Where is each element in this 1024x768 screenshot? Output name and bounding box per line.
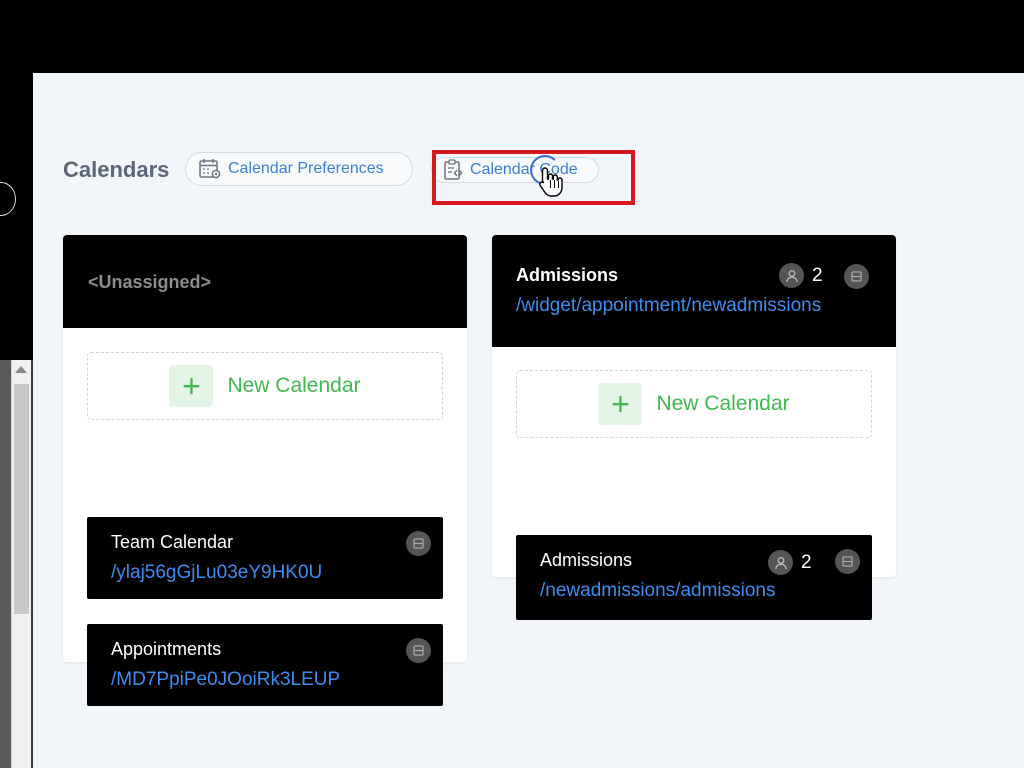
user-count: 2 bbox=[801, 551, 812, 573]
calendar-name: Appointments bbox=[111, 639, 222, 659]
calendar-name: Admissions bbox=[540, 550, 633, 570]
user-icon bbox=[768, 550, 793, 575]
calendar-card[interactable]: Appointments /MD7PpiPe0JOoiRk3LEUP bbox=[87, 624, 443, 706]
calendar-url-link[interactable]: /MD7PpiPe0JOoiRk3LEUP bbox=[111, 669, 340, 691]
calendar-preferences-button[interactable]: Calendar Preferences bbox=[185, 152, 413, 186]
plus-icon: + bbox=[598, 383, 643, 425]
page-title: Calendars bbox=[63, 157, 170, 182]
background-window-edge bbox=[0, 0, 33, 768]
new-calendar-button[interactable]: + New Calendar bbox=[516, 370, 872, 438]
group-url-link[interactable]: /widget/appointment/newadmissions bbox=[516, 295, 821, 317]
group-title: <Unassigned> bbox=[88, 272, 212, 292]
group-user-count: 2 bbox=[779, 263, 823, 288]
user-count: 2 bbox=[812, 264, 823, 286]
menu-icon[interactable] bbox=[406, 638, 431, 663]
hand-cursor-icon bbox=[539, 167, 563, 197]
calendar-url-link[interactable]: /newadmissions/admissions bbox=[540, 580, 776, 602]
background-panel bbox=[0, 360, 33, 768]
menu-icon[interactable] bbox=[835, 549, 860, 574]
window-button-icon[interactable] bbox=[0, 182, 16, 216]
scroll-up-icon[interactable] bbox=[15, 366, 27, 373]
new-calendar-label: New Calendar bbox=[227, 374, 361, 397]
calendar-group-unassigned: <Unassigned> + New Calendar Team Calenda… bbox=[63, 235, 467, 706]
plus-icon: + bbox=[169, 365, 214, 407]
group-title: Admissions bbox=[516, 265, 619, 285]
new-calendar-label: New Calendar bbox=[656, 392, 790, 415]
group-header: <Unassigned> bbox=[63, 235, 467, 328]
calendar-user-count: 2 bbox=[768, 550, 812, 575]
calendar-name: Team Calendar bbox=[111, 532, 234, 552]
menu-icon[interactable] bbox=[844, 264, 869, 289]
group-header: Admissions /widget/appointment/newadmiss… bbox=[492, 235, 896, 347]
calendar-url-link[interactable]: /ylaj56gGjLu03eY9HK0U bbox=[111, 562, 322, 584]
scroll-thumb[interactable] bbox=[14, 384, 29, 614]
calendar-card[interactable]: Admissions /newadmissions/admissions 2 bbox=[516, 535, 872, 620]
calendars-page: Calendars Calendar Preferences Calendar … bbox=[33, 73, 1024, 768]
menu-icon[interactable] bbox=[406, 531, 431, 556]
user-icon bbox=[779, 263, 804, 288]
scrollbar[interactable] bbox=[11, 360, 31, 768]
new-calendar-button[interactable]: + New Calendar bbox=[87, 352, 443, 420]
calendar-settings-icon bbox=[199, 159, 221, 179]
calendar-preferences-label: Calendar Preferences bbox=[228, 160, 384, 177]
calendar-card[interactable]: Team Calendar /ylaj56gGjLu03eY9HK0U bbox=[87, 517, 443, 599]
calendar-group-admissions: Admissions /widget/appointment/newadmiss… bbox=[492, 235, 896, 620]
